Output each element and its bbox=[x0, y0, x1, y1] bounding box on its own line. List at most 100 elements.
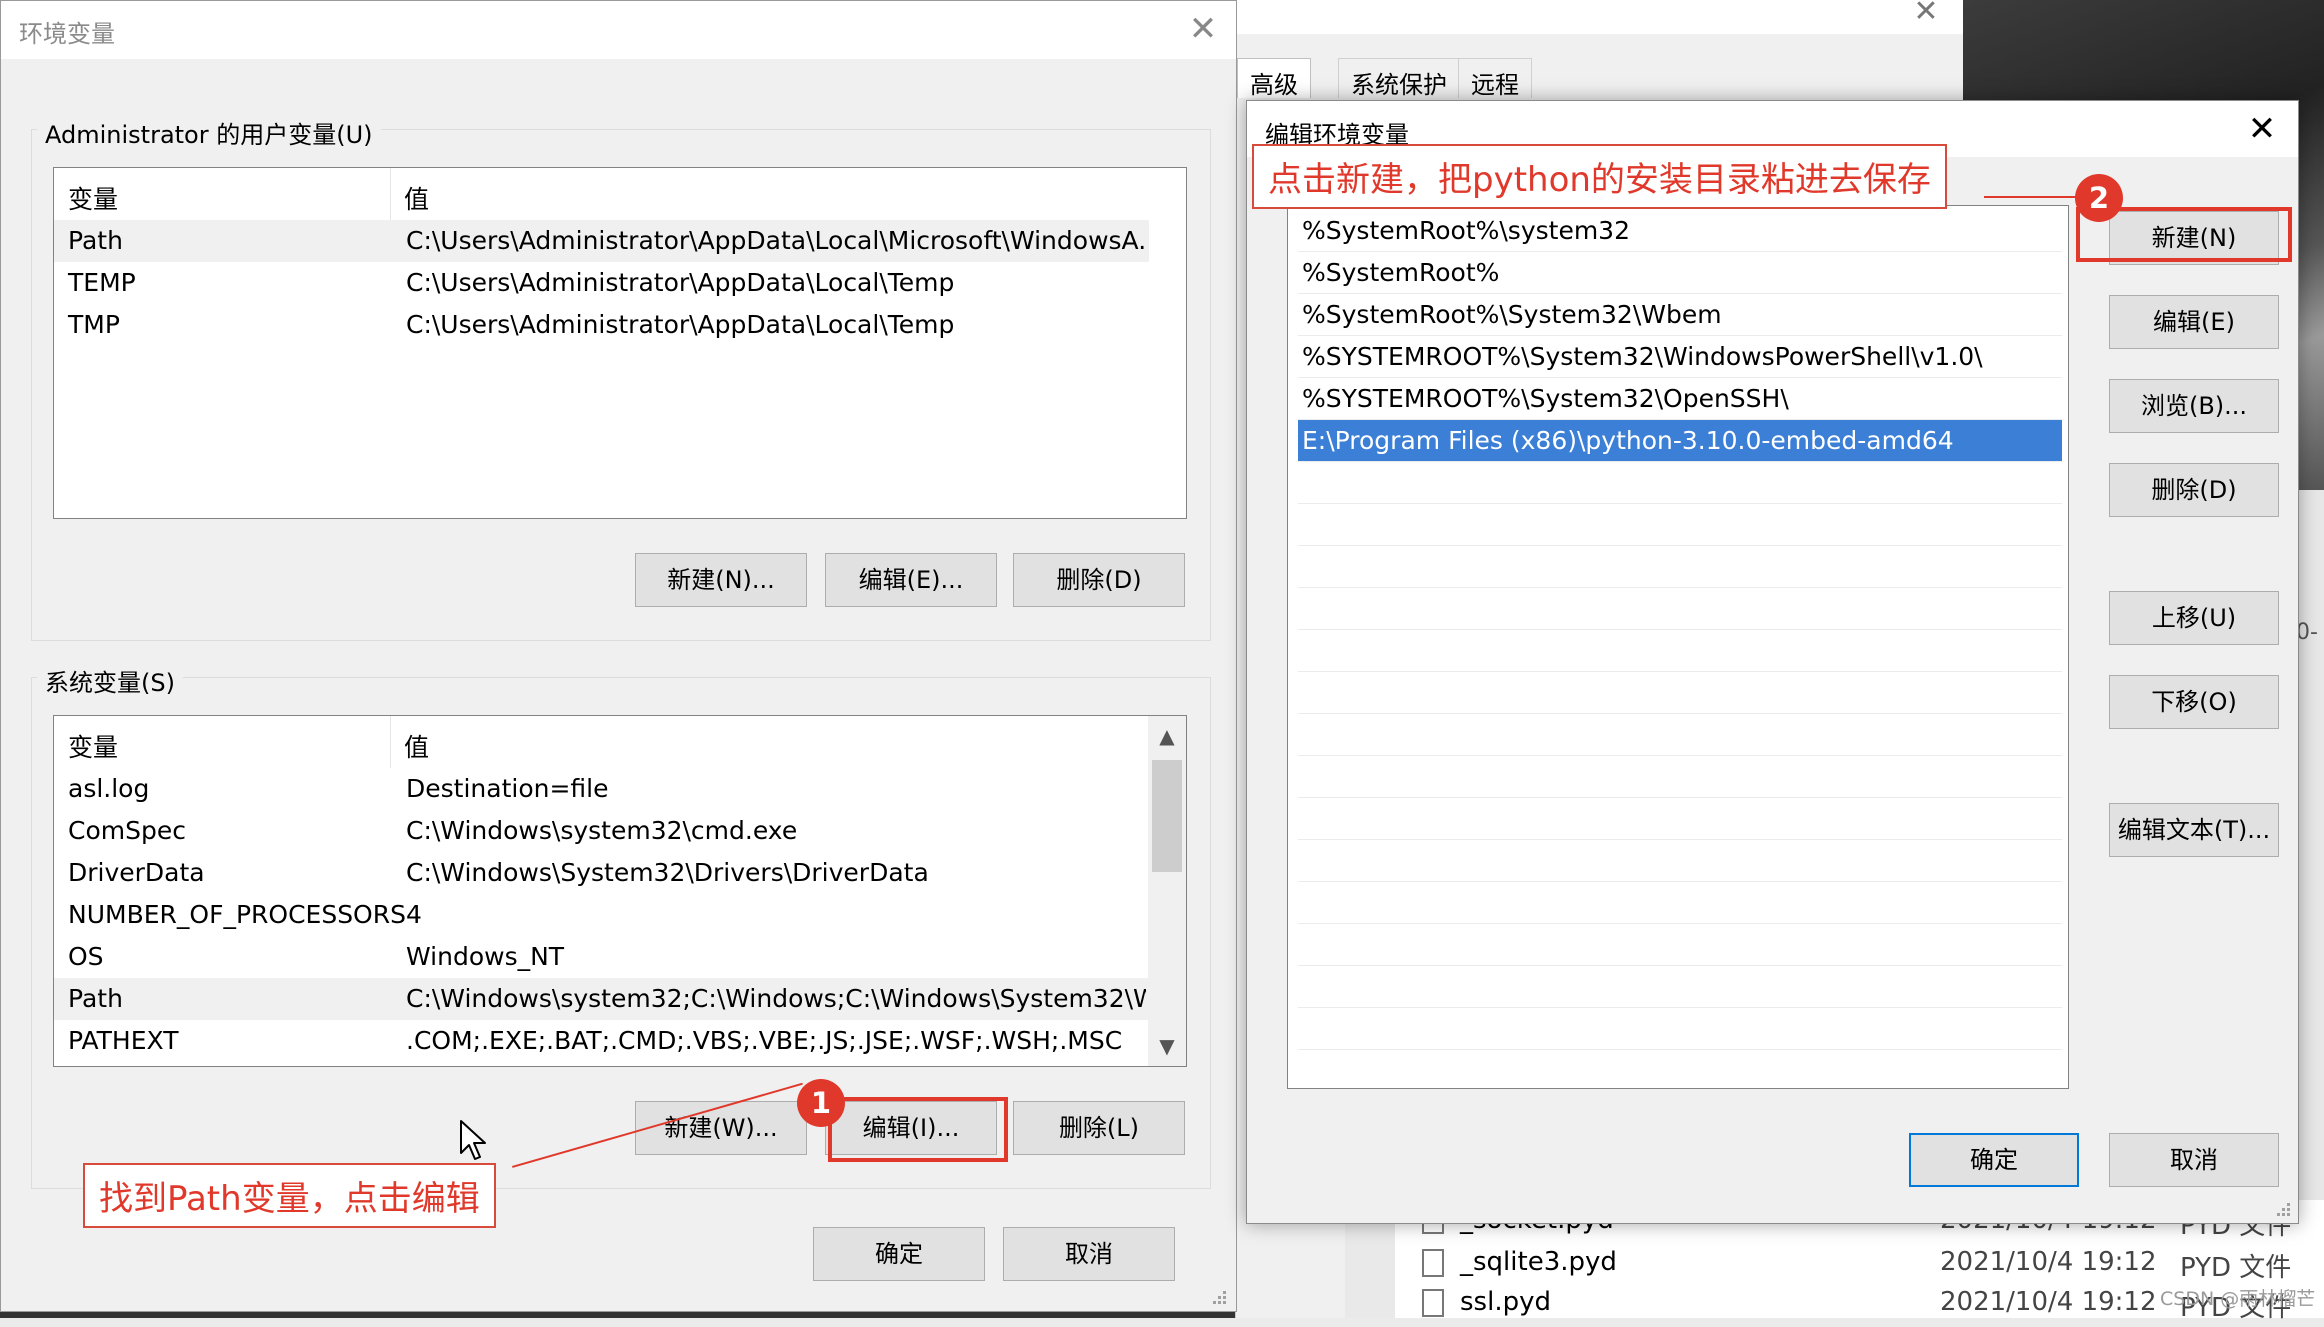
step-badge-2: 2 bbox=[2075, 174, 2123, 222]
path-move-up-button[interactable]: 上移(U) bbox=[2109, 591, 2279, 645]
system-variables-list[interactable]: 变量 值 asl.log Destination=file ComSpec C:… bbox=[53, 715, 1187, 1067]
background-text-fragment: 0- bbox=[2296, 620, 2318, 645]
user-new-button[interactable]: 新建(N)... bbox=[635, 553, 807, 607]
annotation-callout-step2: 点击新建，把python的安装目录粘进去保存 bbox=[1252, 144, 1947, 209]
column-header-variable[interactable]: 变量 bbox=[68, 180, 118, 216]
user-delete-button[interactable]: 删除(D) bbox=[1013, 553, 1185, 607]
path-entry-selected[interactable]: E:\Program Files (x86)\python-3.10.0-emb… bbox=[1298, 420, 2062, 462]
env-ok-button[interactable]: 确定 bbox=[813, 1227, 985, 1281]
var-name: PATHEXT bbox=[68, 1026, 179, 1055]
path-entries-list[interactable]: %SystemRoot%\system32 %SystemRoot% %Syst… bbox=[1287, 205, 2069, 1089]
path-entry-empty[interactable] bbox=[1298, 924, 2062, 966]
system-var-row[interactable]: ComSpec C:\Windows\system32\cmd.exe bbox=[54, 810, 1149, 852]
var-name: NUMBER_OF_PROCESSORS bbox=[68, 900, 406, 929]
path-entry-empty[interactable] bbox=[1298, 462, 2062, 504]
path-entry-empty[interactable] bbox=[1298, 672, 2062, 714]
system-new-button[interactable]: 新建(W)... bbox=[635, 1101, 807, 1155]
env-dialog-close-icon[interactable]: ✕ bbox=[1183, 9, 1223, 49]
var-name: TMP bbox=[68, 310, 120, 339]
path-entry[interactable]: %SYSTEMROOT%\System32\OpenSSH\ bbox=[1298, 378, 2062, 420]
mouse-cursor-icon bbox=[460, 1120, 486, 1160]
path-move-down-button[interactable]: 下移(O) bbox=[2109, 675, 2279, 729]
system-delete-button[interactable]: 删除(L) bbox=[1013, 1101, 1185, 1155]
edit-dialog-close-icon[interactable]: ✕ bbox=[2240, 107, 2284, 151]
path-edit-text-button[interactable]: 编辑文本(T)... bbox=[2109, 803, 2279, 857]
path-entry-empty[interactable] bbox=[1298, 630, 2062, 672]
column-header-variable[interactable]: 变量 bbox=[68, 728, 118, 764]
path-entry-empty[interactable] bbox=[1298, 1008, 2062, 1050]
tab-system-protection[interactable]: 系统保护 bbox=[1338, 58, 1460, 99]
path-entry[interactable]: %SystemRoot%\System32\Wbem bbox=[1298, 294, 2062, 336]
var-value: C:\Users\Administrator\AppData\Local\Tem… bbox=[406, 310, 955, 339]
var-value: 4 bbox=[406, 900, 422, 929]
tab-advanced[interactable]: 高级 bbox=[1237, 58, 1311, 99]
system-var-row[interactable]: asl.log Destination=file bbox=[54, 768, 1149, 810]
var-value: Destination=file bbox=[406, 774, 609, 803]
system-variables-label: 系统变量(S) bbox=[37, 663, 183, 698]
path-entry[interactable]: %SystemRoot% bbox=[1298, 252, 2062, 294]
file-date: 2021/10/4 19:12 bbox=[1940, 1287, 2157, 1317]
path-entry-empty[interactable] bbox=[1298, 882, 2062, 924]
watermark: CSDN @雨林榴芒 bbox=[2160, 1288, 2316, 1310]
resize-grip-icon[interactable] bbox=[2273, 1199, 2293, 1219]
system-properties-close-icon[interactable]: ✕ bbox=[1906, 0, 1946, 29]
column-divider[interactable] bbox=[390, 716, 391, 768]
var-value: C:\Windows\System32\Drivers\DriverData bbox=[406, 858, 929, 887]
var-value: .COM;.EXE;.BAT;.CMD;.VBS;.VBE;.JS;.JSE;.… bbox=[406, 1026, 1123, 1055]
path-entry-empty[interactable] bbox=[1298, 798, 2062, 840]
step-badge-1: 1 bbox=[797, 1079, 845, 1127]
annotation-callout-step1: 找到Path变量，点击编辑 bbox=[83, 1163, 496, 1228]
user-edit-button[interactable]: 编辑(E)... bbox=[825, 553, 997, 607]
path-entry-empty[interactable] bbox=[1298, 546, 2062, 588]
path-entry-empty[interactable] bbox=[1298, 504, 2062, 546]
column-header-value[interactable]: 值 bbox=[404, 728, 429, 764]
env-cancel-button[interactable]: 取消 bbox=[1003, 1227, 1175, 1281]
edit-ok-button[interactable]: 确定 bbox=[1909, 1133, 2079, 1187]
file-type: PYD 文件 bbox=[2180, 1253, 2292, 1283]
path-entry-empty[interactable] bbox=[1298, 756, 2062, 798]
path-entry[interactable]: %SystemRoot%\system32 bbox=[1298, 210, 2062, 252]
var-name: ComSpec bbox=[68, 816, 186, 845]
path-edit-button[interactable]: 编辑(E) bbox=[2109, 295, 2279, 349]
taskbar-strip bbox=[0, 1312, 1235, 1318]
path-entry-empty[interactable] bbox=[1298, 966, 2062, 1008]
path-entry-empty[interactable] bbox=[1298, 714, 2062, 756]
path-entry-empty[interactable] bbox=[1298, 588, 2062, 630]
user-variables-list[interactable]: 变量 值 Path C:\Users\Administrator\AppData… bbox=[53, 167, 1187, 519]
user-var-row[interactable]: TEMP C:\Users\Administrator\AppData\Loca… bbox=[54, 262, 1149, 304]
system-var-row[interactable]: PATHEXT .COM;.EXE;.BAT;.CMD;.VBS;.VBE;.J… bbox=[54, 1020, 1149, 1062]
path-browse-button[interactable]: 浏览(B)... bbox=[2109, 379, 2279, 433]
file-name: ssl.pyd bbox=[1460, 1287, 1551, 1317]
var-name: DriverData bbox=[68, 858, 205, 887]
annotation-connector-line bbox=[1984, 196, 2084, 198]
var-value: C:\Windows\system32\cmd.exe bbox=[406, 816, 798, 845]
edit-env-variable-dialog: 编辑环境变量 ✕ %SystemRoot%\system32 %SystemRo… bbox=[1246, 100, 2299, 1224]
system-properties-titlebar bbox=[1236, 0, 1966, 34]
system-list-scrollbar[interactable]: ▲ ▼ bbox=[1148, 716, 1186, 1066]
resize-grip-icon[interactable] bbox=[1209, 1287, 1229, 1307]
var-value: C:\Users\Administrator\AppData\Local\Tem… bbox=[406, 268, 955, 297]
system-var-row[interactable]: DriverData C:\Windows\System32\Drivers\D… bbox=[54, 852, 1149, 894]
list-header: 变量 值 bbox=[54, 716, 1186, 768]
user-var-row-path[interactable]: Path C:\Users\Administrator\AppData\Loca… bbox=[54, 220, 1149, 262]
var-value: C:\Windows\system32;C:\Windows;C:\Window… bbox=[406, 984, 1146, 1013]
tab-remote[interactable]: 远程 bbox=[1458, 58, 1532, 99]
list-header: 变量 值 bbox=[54, 168, 1186, 220]
system-var-row[interactable]: OS Windows_NT bbox=[54, 936, 1149, 978]
scroll-thumb[interactable] bbox=[1152, 760, 1182, 872]
path-delete-button[interactable]: 删除(D) bbox=[2109, 463, 2279, 517]
var-value: C:\Users\Administrator\AppData\Local\Mic… bbox=[406, 226, 1146, 255]
column-divider[interactable] bbox=[390, 168, 391, 220]
column-header-value[interactable]: 值 bbox=[404, 180, 429, 216]
system-var-row-path[interactable]: Path C:\Windows\system32;C:\Windows;C:\W… bbox=[54, 978, 1149, 1020]
path-entry[interactable]: %SYSTEMROOT%\System32\WindowsPowerShell\… bbox=[1298, 336, 2062, 378]
edit-cancel-button[interactable]: 取消 bbox=[2109, 1133, 2279, 1187]
scroll-up-icon[interactable]: ▲ bbox=[1148, 716, 1186, 756]
file-date: 2021/10/4 19:12 bbox=[1940, 1247, 2157, 1277]
user-var-row[interactable]: TMP C:\Users\Administrator\AppData\Local… bbox=[54, 304, 1149, 346]
system-var-row[interactable]: NUMBER_OF_PROCESSORS 4 bbox=[54, 894, 1149, 936]
var-name: Path bbox=[68, 984, 123, 1013]
path-entry-empty[interactable] bbox=[1298, 840, 2062, 882]
scroll-down-icon[interactable]: ▼ bbox=[1148, 1026, 1186, 1066]
file-icon bbox=[1422, 1249, 1444, 1277]
